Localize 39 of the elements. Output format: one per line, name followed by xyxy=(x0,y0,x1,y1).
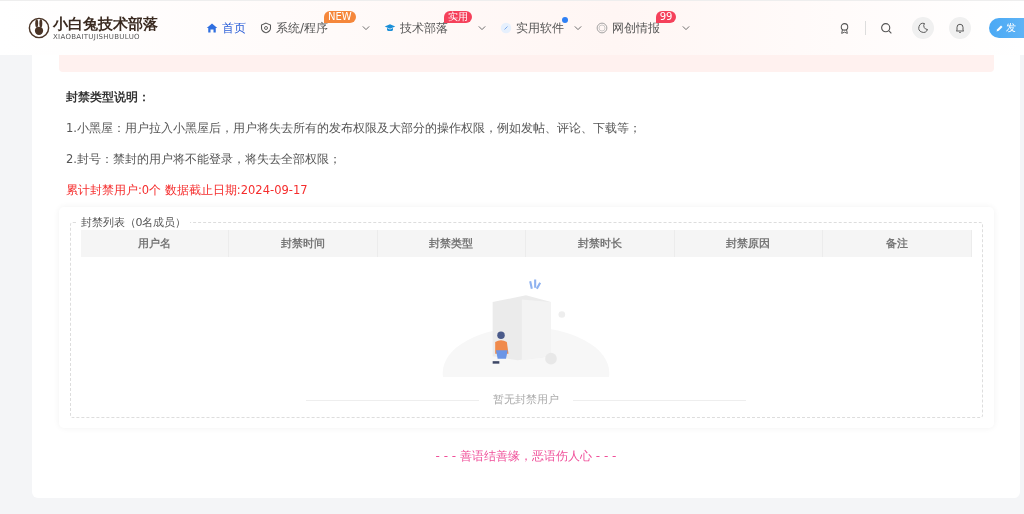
column-header: 封禁类型 xyxy=(377,230,526,257)
search-icon[interactable] xyxy=(880,21,893,35)
graduation-cap-icon xyxy=(383,22,396,34)
nav-label: 首页 xyxy=(222,19,246,37)
column-header: 用户名 xyxy=(80,230,229,257)
ban-statistics: 累计封禁用户:0个 数据截止日期:2024-09-17 xyxy=(66,183,309,197)
coin-icon xyxy=(595,22,608,34)
empty-message: 暂无封禁用户 xyxy=(493,393,559,407)
home-icon xyxy=(206,22,218,34)
nav-badge: NEW xyxy=(324,11,356,23)
rule-description: 2.封号：禁封的用户将不能登录，将失去全部权限； xyxy=(66,152,342,166)
notifications-button[interactable] xyxy=(949,17,971,39)
column-header: 备注 xyxy=(823,230,972,257)
shield-icon xyxy=(260,22,272,34)
nav-badge: 99 xyxy=(655,11,677,23)
nav-item[interactable]: 技术部落 实用 xyxy=(383,11,486,45)
nav-item[interactable]: 系统/程序 NEW xyxy=(260,11,370,45)
bell-icon xyxy=(954,22,966,34)
column-header: 封禁时长 xyxy=(526,230,675,257)
nav-label: 网创情报 xyxy=(611,20,660,37)
nav-label: 系统/程序 xyxy=(276,20,329,37)
list-legend: 封禁列表（0名成员） xyxy=(77,215,190,230)
moon-icon xyxy=(917,22,929,34)
nav-item[interactable]: 网创情报 99 xyxy=(595,11,691,45)
nav-item[interactable]: 首页 xyxy=(206,11,246,45)
nav-label: 实用软件 xyxy=(515,19,564,37)
rabbit-logo-icon xyxy=(28,17,50,39)
footer-quote: - - - 善语结善缘，恶语伤人心 - - - xyxy=(435,448,617,465)
column-header: 封禁时间 xyxy=(229,230,378,257)
medal-icon[interactable] xyxy=(838,21,851,35)
link-icon xyxy=(499,22,512,34)
site-title: 小白兔技术部落 xyxy=(53,15,158,33)
notes-title: 封禁类型说明： xyxy=(66,90,151,104)
pencil-icon xyxy=(995,23,1004,33)
column-header: 封禁原因 xyxy=(674,230,823,257)
rule-description: 1.小黑屋：用户拉入小黑屋后，用户将失去所有的发布权限及大部分的操作权限，例如发帖、评论、下载等； xyxy=(66,121,642,135)
nav-badge: 实用 xyxy=(443,11,472,23)
nav-item[interactable]: 实用软件 xyxy=(499,11,582,45)
dark-mode-button[interactable] xyxy=(912,17,934,39)
